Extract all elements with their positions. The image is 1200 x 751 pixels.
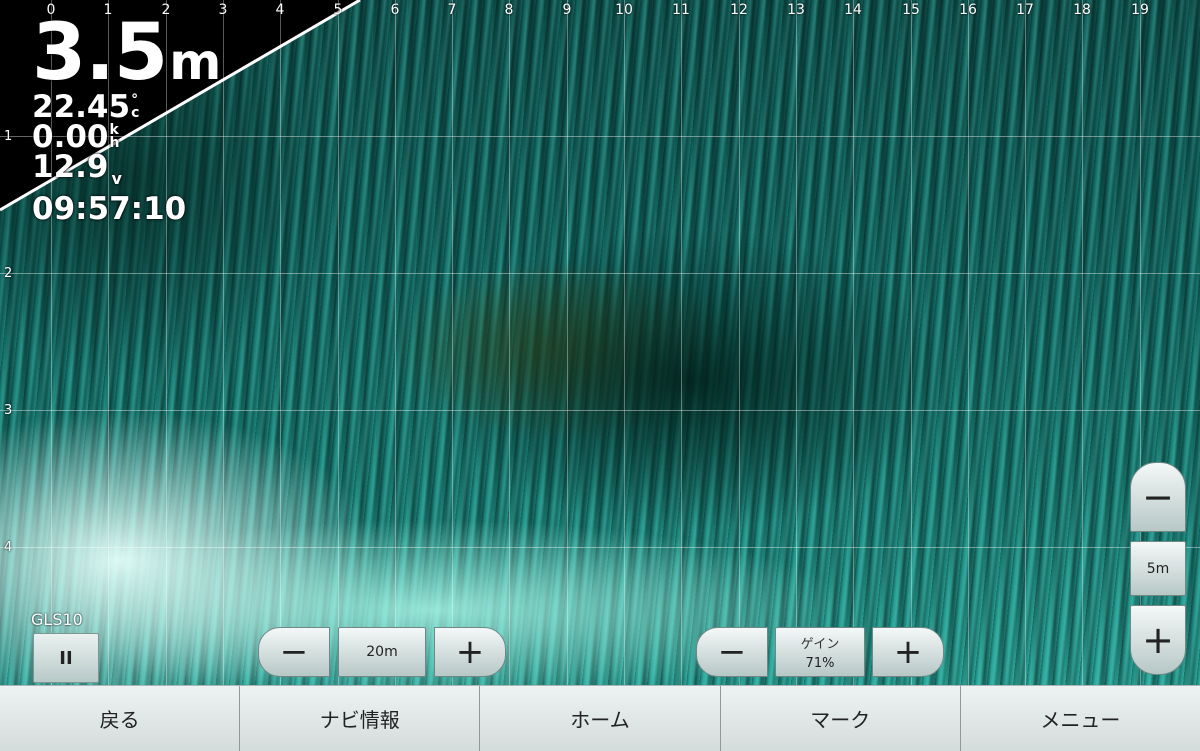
depth-scale-label: 4 bbox=[4, 540, 13, 555]
depth-scale-label: 1 bbox=[4, 129, 13, 144]
speed-readout: 0.00 k h bbox=[32, 119, 221, 155]
grid-horizontal-line bbox=[0, 410, 1200, 411]
grid-vertical-line bbox=[338, 0, 339, 685]
grid-vertical-line bbox=[911, 0, 912, 685]
distance-scale-label: 11 bbox=[672, 2, 690, 18]
range-plus-button[interactable]: + bbox=[434, 627, 506, 677]
distance-scale-label: 13 bbox=[787, 2, 805, 18]
grid-vertical-line bbox=[681, 0, 682, 685]
depth-zoom-value-display[interactable]: 5m bbox=[1130, 541, 1186, 596]
distance-scale-label: 16 bbox=[959, 2, 977, 18]
plus-icon: + bbox=[455, 632, 485, 672]
data-readout: 3.5 m 22.45 ° c 0.00 k h 12.9 v 09:57:10 bbox=[32, 14, 221, 227]
distance-scale-label: 19 bbox=[1131, 2, 1149, 18]
speed-value: 0.00 bbox=[32, 119, 109, 155]
water-temperature-value: 22.45 bbox=[32, 89, 131, 125]
gain-title: ゲイン bbox=[800, 637, 840, 652]
grid-vertical-line bbox=[280, 0, 281, 685]
gain-plus-button[interactable]: + bbox=[872, 627, 944, 677]
depth-unit: m bbox=[169, 33, 222, 91]
minus-icon: − bbox=[717, 632, 747, 672]
menu-button[interactable]: メニュー bbox=[960, 686, 1200, 751]
grid-vertical-line bbox=[1082, 0, 1083, 685]
distance-scale-label: 14 bbox=[844, 2, 862, 18]
minus-icon: − bbox=[1142, 475, 1174, 519]
grid-vertical-line bbox=[395, 0, 396, 685]
nav-info-button[interactable]: ナビ情報 bbox=[240, 686, 481, 751]
distance-scale-label: 12 bbox=[730, 2, 748, 18]
grid-vertical-line bbox=[509, 0, 510, 685]
grid-vertical-line bbox=[796, 0, 797, 685]
clock-time: 09:57:10 bbox=[32, 191, 187, 227]
plus-icon: + bbox=[1142, 618, 1174, 662]
distance-scale-label: 6 bbox=[390, 2, 400, 18]
distance-scale-label: 15 bbox=[902, 2, 920, 18]
time-readout: 09:57:10 bbox=[32, 191, 221, 227]
distance-scale-label: 10 bbox=[615, 2, 633, 18]
distance-scale-label: 9 bbox=[562, 2, 572, 18]
bottom-navigation-bar: 戻る ナビ情報 ホーム マーク メニュー bbox=[0, 685, 1200, 751]
temp-unit-bottom: c bbox=[131, 105, 140, 121]
gain-minus-button[interactable]: − bbox=[696, 627, 768, 677]
back-button[interactable]: 戻る bbox=[0, 686, 241, 751]
grid-horizontal-line bbox=[0, 547, 1200, 548]
grid-vertical-line bbox=[853, 0, 854, 685]
gain-value: 71% bbox=[805, 656, 835, 671]
distance-scale-label: 17 bbox=[1016, 2, 1034, 18]
voltage-readout: 12.9 v bbox=[32, 152, 221, 194]
gain-value-display[interactable]: ゲイン 71% bbox=[775, 627, 865, 677]
grid-vertical-line bbox=[968, 0, 969, 685]
grid-vertical-line bbox=[567, 0, 568, 685]
range-minus-button[interactable]: − bbox=[258, 627, 330, 677]
voltage-unit: v bbox=[111, 169, 122, 188]
distance-scale-label: 4 bbox=[275, 2, 285, 18]
depth-scale-label: 3 bbox=[4, 403, 13, 418]
mark-button[interactable]: マーク bbox=[720, 686, 961, 751]
water-temperature-unit: ° c bbox=[131, 93, 140, 121]
depth-scale-label: 2 bbox=[4, 266, 13, 281]
depth-readout: 3.5 m bbox=[32, 14, 221, 92]
distance-scale-label: 8 bbox=[504, 2, 514, 18]
distance-scale-label: 18 bbox=[1073, 2, 1091, 18]
depth-value: 3.5 bbox=[32, 8, 168, 98]
grid-vertical-line bbox=[223, 0, 224, 685]
home-button[interactable]: ホーム bbox=[480, 686, 721, 751]
range-value: 20m bbox=[366, 644, 398, 660]
minus-icon: − bbox=[279, 632, 309, 672]
voltage-value: 12.9 bbox=[32, 149, 109, 185]
grid-vertical-line bbox=[739, 0, 740, 685]
range-value-display[interactable]: 20m bbox=[338, 627, 426, 677]
distance-scale-label: 5 bbox=[333, 2, 343, 18]
distance-scale-label: 7 bbox=[447, 2, 457, 18]
depth-zoom-value: 5m bbox=[1146, 560, 1170, 577]
speed-unit: k h bbox=[109, 123, 120, 151]
speed-unit-bottom: h bbox=[109, 135, 120, 151]
plus-icon: + bbox=[893, 632, 923, 672]
depth-zoom-minus-button[interactable]: − bbox=[1130, 462, 1186, 532]
grid-horizontal-line bbox=[0, 273, 1200, 274]
pause-icon: II bbox=[59, 647, 73, 669]
sonar-source-label: GLS10 bbox=[31, 610, 83, 629]
water-temperature-readout: 22.45 ° c bbox=[32, 89, 221, 125]
depth-zoom-plus-button[interactable]: + bbox=[1130, 605, 1186, 675]
grid-vertical-line bbox=[1025, 0, 1026, 685]
grid-vertical-line bbox=[624, 0, 625, 685]
pause-button[interactable]: II bbox=[33, 633, 99, 683]
grid-vertical-line bbox=[452, 0, 453, 685]
